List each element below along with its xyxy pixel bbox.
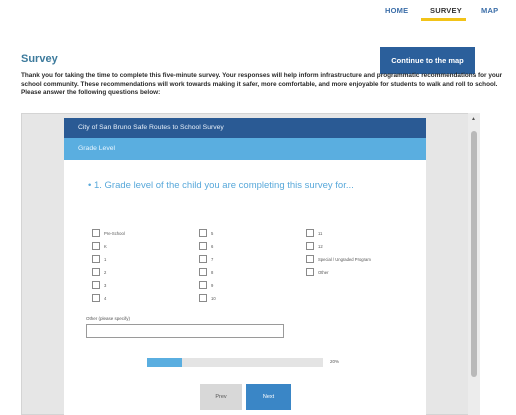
active-tab-indicator [421, 18, 466, 21]
option-label: 7 [211, 256, 214, 262]
option-label: 3 [104, 282, 107, 288]
survey-card: City of San Bruno Safe Routes to School … [64, 118, 426, 415]
checkbox[interactable] [199, 242, 207, 250]
option-pre-school[interactable]: Pre-School [92, 228, 125, 238]
progress-percent: 20% [330, 359, 340, 364]
page-title: Survey [21, 53, 58, 65]
checkbox[interactable] [199, 229, 207, 237]
checkbox[interactable] [92, 242, 100, 250]
option-3[interactable]: 3 [92, 280, 106, 290]
section-heading: Grade Level [64, 138, 426, 160]
option-label: 5 [211, 230, 214, 236]
frame-scrollbar[interactable]: ▲ [468, 113, 480, 415]
nav-map-link[interactable]: MAP [481, 6, 498, 15]
progress-fill [147, 358, 183, 367]
option-special-ungraded[interactable]: Special / Ungraded Program [306, 254, 371, 264]
question-text: • 1. Grade level of the child you are co… [88, 180, 354, 191]
checkbox[interactable] [306, 268, 314, 276]
option-4[interactable]: 4 [92, 293, 106, 303]
next-button[interactable]: Next [246, 384, 291, 410]
checkbox[interactable] [92, 294, 100, 302]
option-label: Other [318, 269, 329, 275]
checkbox[interactable] [92, 229, 100, 237]
option-label: 2 [104, 269, 107, 275]
checkbox[interactable] [92, 281, 100, 289]
checkbox[interactable] [306, 242, 314, 250]
option-label: 6 [211, 243, 214, 249]
option-k[interactable]: K [92, 241, 107, 251]
option-6[interactable]: 6 [199, 241, 213, 251]
checkbox[interactable] [199, 281, 207, 289]
option-label: K [104, 243, 107, 249]
top-navigation: HOME SURVEY MAP [0, 0, 516, 22]
option-8[interactable]: 8 [199, 267, 213, 277]
option-1[interactable]: 1 [92, 254, 106, 264]
checkbox[interactable] [199, 255, 207, 263]
option-other[interactable]: Other [306, 267, 328, 277]
nav-home-link[interactable]: HOME [385, 6, 408, 15]
option-label: 8 [211, 269, 214, 275]
option-label: 12 [318, 243, 323, 249]
option-label: 10 [211, 295, 216, 301]
nav-survey-link[interactable]: SURVEY [430, 6, 462, 15]
progress-bar [147, 358, 323, 367]
survey-title: City of San Bruno Safe Routes to School … [64, 118, 426, 138]
checkbox[interactable] [92, 255, 100, 263]
option-label: Pre-School [104, 230, 125, 236]
option-11[interactable]: 11 [306, 228, 322, 238]
scroll-up-arrow-icon[interactable]: ▲ [471, 116, 476, 122]
scrollbar-thumb[interactable] [471, 131, 477, 377]
option-label: 9 [211, 282, 214, 288]
checkbox[interactable] [199, 268, 207, 276]
option-label: 4 [104, 295, 107, 301]
option-9[interactable]: 9 [199, 280, 213, 290]
option-10[interactable]: 10 [199, 293, 216, 303]
checkbox[interactable] [199, 294, 207, 302]
option-2[interactable]: 2 [92, 267, 106, 277]
option-7[interactable]: 7 [199, 254, 213, 264]
continue-to-map-button[interactable]: Continue to the map [380, 47, 475, 74]
checkbox[interactable] [306, 229, 314, 237]
option-label: 1 [104, 256, 107, 262]
other-specify-input[interactable] [86, 324, 284, 338]
intro-paragraph: Thank you for taking the time to complet… [21, 72, 503, 96]
option-label: Special / Ungraded Program [318, 256, 371, 262]
checkbox[interactable] [92, 268, 100, 276]
option-5[interactable]: 5 [199, 228, 213, 238]
option-label: 11 [318, 230, 323, 236]
option-12[interactable]: 12 [306, 241, 323, 251]
prev-button[interactable]: Prev [200, 384, 242, 410]
other-specify-label: Other (please specify) [86, 316, 131, 321]
checkbox[interactable] [306, 255, 314, 263]
